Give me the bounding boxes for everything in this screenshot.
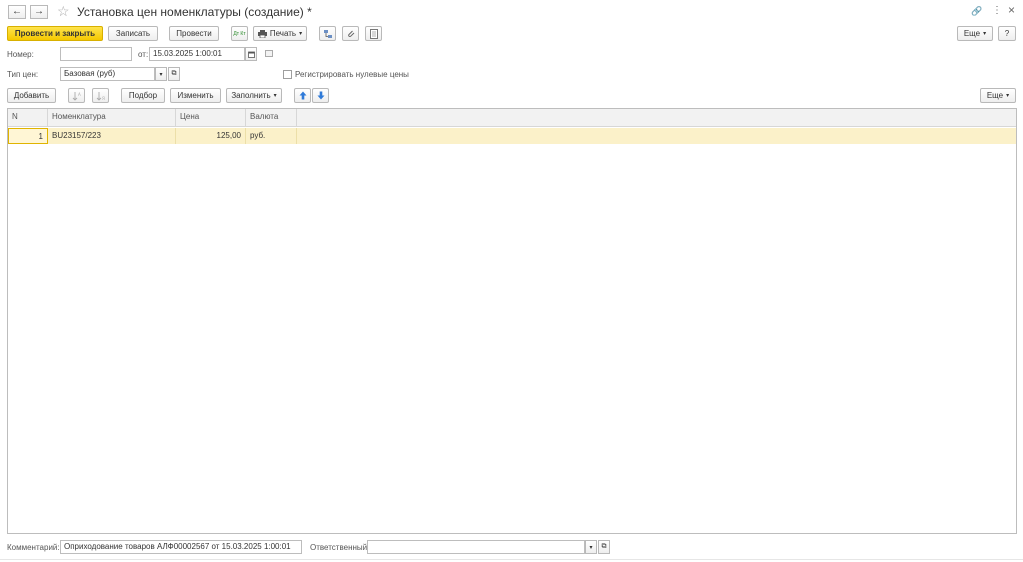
dropdown-arrow-icon: ▾ bbox=[1006, 93, 1010, 99]
move-down-icon[interactable] bbox=[312, 88, 329, 103]
responsible-open-icon[interactable]: ⧉ bbox=[598, 540, 610, 554]
table-row[interactable]: 1 BU23157/223 125,00 руб. bbox=[8, 128, 1016, 144]
arrow-right-icon: → bbox=[34, 6, 44, 17]
price-type-dropdown-icon[interactable]: ▾ bbox=[155, 67, 167, 81]
page-title: Установка цен номенклатуры (создание) * bbox=[77, 5, 312, 19]
dropdown-arrow-icon: ▾ bbox=[273, 93, 277, 99]
calendar-icon[interactable] bbox=[245, 47, 257, 61]
number-field[interactable] bbox=[60, 47, 132, 61]
keyboard-icon[interactable] bbox=[265, 50, 273, 57]
print-button[interactable]: Печать ▾ bbox=[253, 26, 307, 41]
post-and-close-button[interactable]: Провести и закрыть bbox=[7, 26, 103, 41]
cell-currency[interactable]: руб. bbox=[246, 128, 297, 144]
number-label: Номер: bbox=[7, 50, 34, 59]
more-label: Еще bbox=[963, 29, 981, 38]
price-type-open-icon[interactable]: ⧉ bbox=[168, 67, 180, 81]
prices-table[interactable]: N Номенклатура Цена Валюта 1 BU23157/223… bbox=[7, 108, 1017, 534]
sort-desc-icon[interactable]: Я bbox=[92, 88, 109, 103]
cell-n[interactable]: 1 bbox=[8, 128, 48, 144]
link-icon[interactable]: 🔗 bbox=[971, 6, 982, 17]
more-button[interactable]: Еще ▾ bbox=[957, 26, 993, 41]
sort-desc-icon-shape: Я bbox=[96, 91, 105, 101]
comment-field[interactable]: Оприходование товаров АЛФ00002567 от 15.… bbox=[60, 540, 302, 554]
back-button[interactable]: ← bbox=[8, 5, 26, 19]
sort-asc-icon-shape: A bbox=[72, 91, 81, 101]
price-type-label: Тип цен: bbox=[7, 70, 39, 79]
arrow-left-icon: ← bbox=[12, 6, 22, 17]
column-header-item[interactable]: Номенклатура bbox=[48, 109, 176, 127]
responsible-label: Ответственный: bbox=[310, 543, 370, 552]
comment-label: Комментарий: bbox=[7, 543, 60, 552]
save-button[interactable]: Записать bbox=[108, 26, 158, 41]
arrow-up-icon-shape bbox=[299, 91, 306, 100]
price-type-field[interactable]: Базовая (руб) bbox=[60, 67, 155, 81]
zero-prices-label: Регистрировать нулевые цены bbox=[295, 70, 409, 79]
dtkt-icon[interactable]: Дт Кт bbox=[231, 26, 248, 41]
print-label: Печать bbox=[269, 29, 297, 38]
cell-price[interactable]: 125,00 bbox=[176, 128, 246, 144]
column-header-currency[interactable]: Валюта bbox=[246, 109, 297, 127]
move-up-icon[interactable] bbox=[294, 88, 311, 103]
printer-icon bbox=[257, 29, 267, 38]
bottom-divider bbox=[0, 559, 1023, 560]
add-button[interactable]: Добавить bbox=[7, 88, 56, 103]
pick-button[interactable]: Подбор bbox=[121, 88, 165, 103]
close-icon[interactable]: × bbox=[1008, 3, 1015, 17]
forward-button[interactable]: → bbox=[30, 5, 48, 19]
sort-asc-icon[interactable]: A bbox=[68, 88, 85, 103]
zero-prices-checkbox[interactable] bbox=[283, 70, 292, 79]
cell-item[interactable]: BU23157/223 bbox=[48, 128, 176, 144]
date-field[interactable]: 15.03.2025 1:00:01 bbox=[149, 47, 245, 61]
table-header: N Номенклатура Цена Валюта bbox=[8, 109, 1016, 127]
attachment-icon[interactable] bbox=[342, 26, 359, 41]
document-icon-shape bbox=[369, 28, 378, 39]
fill-button[interactable]: Заполнить ▾ bbox=[226, 88, 282, 103]
fill-label: Заполнить bbox=[231, 91, 271, 100]
structure-icon-shape bbox=[323, 29, 332, 38]
column-header-price[interactable]: Цена bbox=[176, 109, 246, 127]
calendar-icon-shape bbox=[247, 51, 255, 58]
post-button[interactable]: Провести bbox=[169, 26, 219, 41]
dropdown-arrow-icon: ▾ bbox=[299, 31, 303, 37]
dropdown-arrow-icon: ▾ bbox=[983, 31, 987, 37]
arrow-down-icon-shape bbox=[317, 91, 324, 100]
structure-icon[interactable] bbox=[319, 26, 336, 41]
change-button[interactable]: Изменить bbox=[170, 88, 221, 103]
table-more-label: Еще bbox=[986, 91, 1004, 100]
more-menu-icon[interactable]: ⋮ bbox=[992, 5, 1002, 16]
svg-text:Я: Я bbox=[102, 96, 105, 101]
svg-text:A: A bbox=[78, 92, 81, 97]
responsible-dropdown-icon[interactable]: ▾ bbox=[585, 540, 597, 554]
table-more-button[interactable]: Еще ▾ bbox=[980, 88, 1016, 103]
star-icon[interactable]: ☆ bbox=[57, 3, 70, 20]
date-label: от: bbox=[138, 50, 149, 59]
paperclip-icon-shape bbox=[347, 30, 354, 37]
document-icon[interactable] bbox=[365, 26, 382, 41]
column-header-n[interactable]: N bbox=[8, 109, 48, 127]
responsible-field[interactable] bbox=[367, 540, 585, 554]
help-button[interactable]: ? bbox=[998, 26, 1016, 41]
